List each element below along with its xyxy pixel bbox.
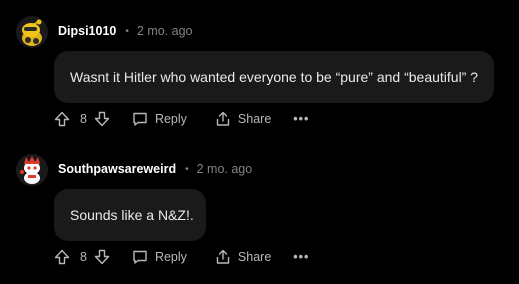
upvote-arrow-icon (54, 249, 70, 265)
comment-bubble-icon (133, 250, 147, 264)
reply-label: Reply (154, 112, 187, 126)
vote-count: 8 (80, 250, 87, 264)
user-avatar[interactable] (16, 16, 48, 48)
share-icon (216, 249, 230, 264)
timestamp[interactable]: 2 mo. ago (197, 162, 253, 176)
downvote-button[interactable] (94, 111, 110, 127)
vote-count: 8 (80, 112, 87, 126)
snoo-avatar-red-icon (16, 154, 48, 186)
meta-separator: • (125, 25, 129, 37)
share-label: Share (237, 112, 272, 126)
upvote-button[interactable] (54, 249, 70, 265)
comment-text: Sounds like a N&Z!. (70, 207, 194, 223)
downvote-button[interactable] (94, 249, 110, 265)
snoo-avatar-yellow-icon (16, 16, 48, 48)
username-link[interactable]: Southpawsareweird (58, 162, 176, 176)
comment-body: Wasnt it Hitler who wanted everyone to b… (54, 51, 494, 103)
reply-button[interactable]: Reply (132, 111, 187, 127)
downvote-arrow-icon (94, 249, 110, 265)
comment-actions: 8 Reply Share ••• (54, 109, 309, 129)
more-options-button[interactable]: ••• (293, 250, 309, 264)
downvote-arrow-icon (94, 111, 110, 127)
share-label: Share (237, 250, 272, 264)
comment-actions: 8 Reply Share ••• (54, 247, 309, 267)
upvote-arrow-icon (54, 111, 70, 127)
more-options-button[interactable]: ••• (293, 112, 309, 126)
comment-bubble-icon (133, 112, 147, 126)
meta-separator: • (185, 163, 189, 175)
reply-button[interactable]: Reply (132, 249, 187, 265)
comment-thread: Dipsi1010 • 2 mo. ago Wasnt it Hitler wh… (0, 0, 519, 284)
comment-body: Sounds like a N&Z!. (54, 189, 206, 241)
share-button[interactable]: Share (215, 249, 271, 265)
user-avatar[interactable] (16, 154, 48, 186)
share-button[interactable]: Share (215, 111, 271, 127)
comment-meta: Southpawsareweird • 2 mo. ago (58, 162, 252, 176)
timestamp[interactable]: 2 mo. ago (137, 24, 193, 38)
comment-meta: Dipsi1010 • 2 mo. ago (58, 24, 192, 38)
comment-text: Wasnt it Hitler who wanted everyone to b… (70, 69, 479, 85)
username-link[interactable]: Dipsi1010 (58, 24, 116, 38)
share-icon (216, 111, 230, 126)
reply-label: Reply (154, 250, 187, 264)
upvote-button[interactable] (54, 111, 70, 127)
